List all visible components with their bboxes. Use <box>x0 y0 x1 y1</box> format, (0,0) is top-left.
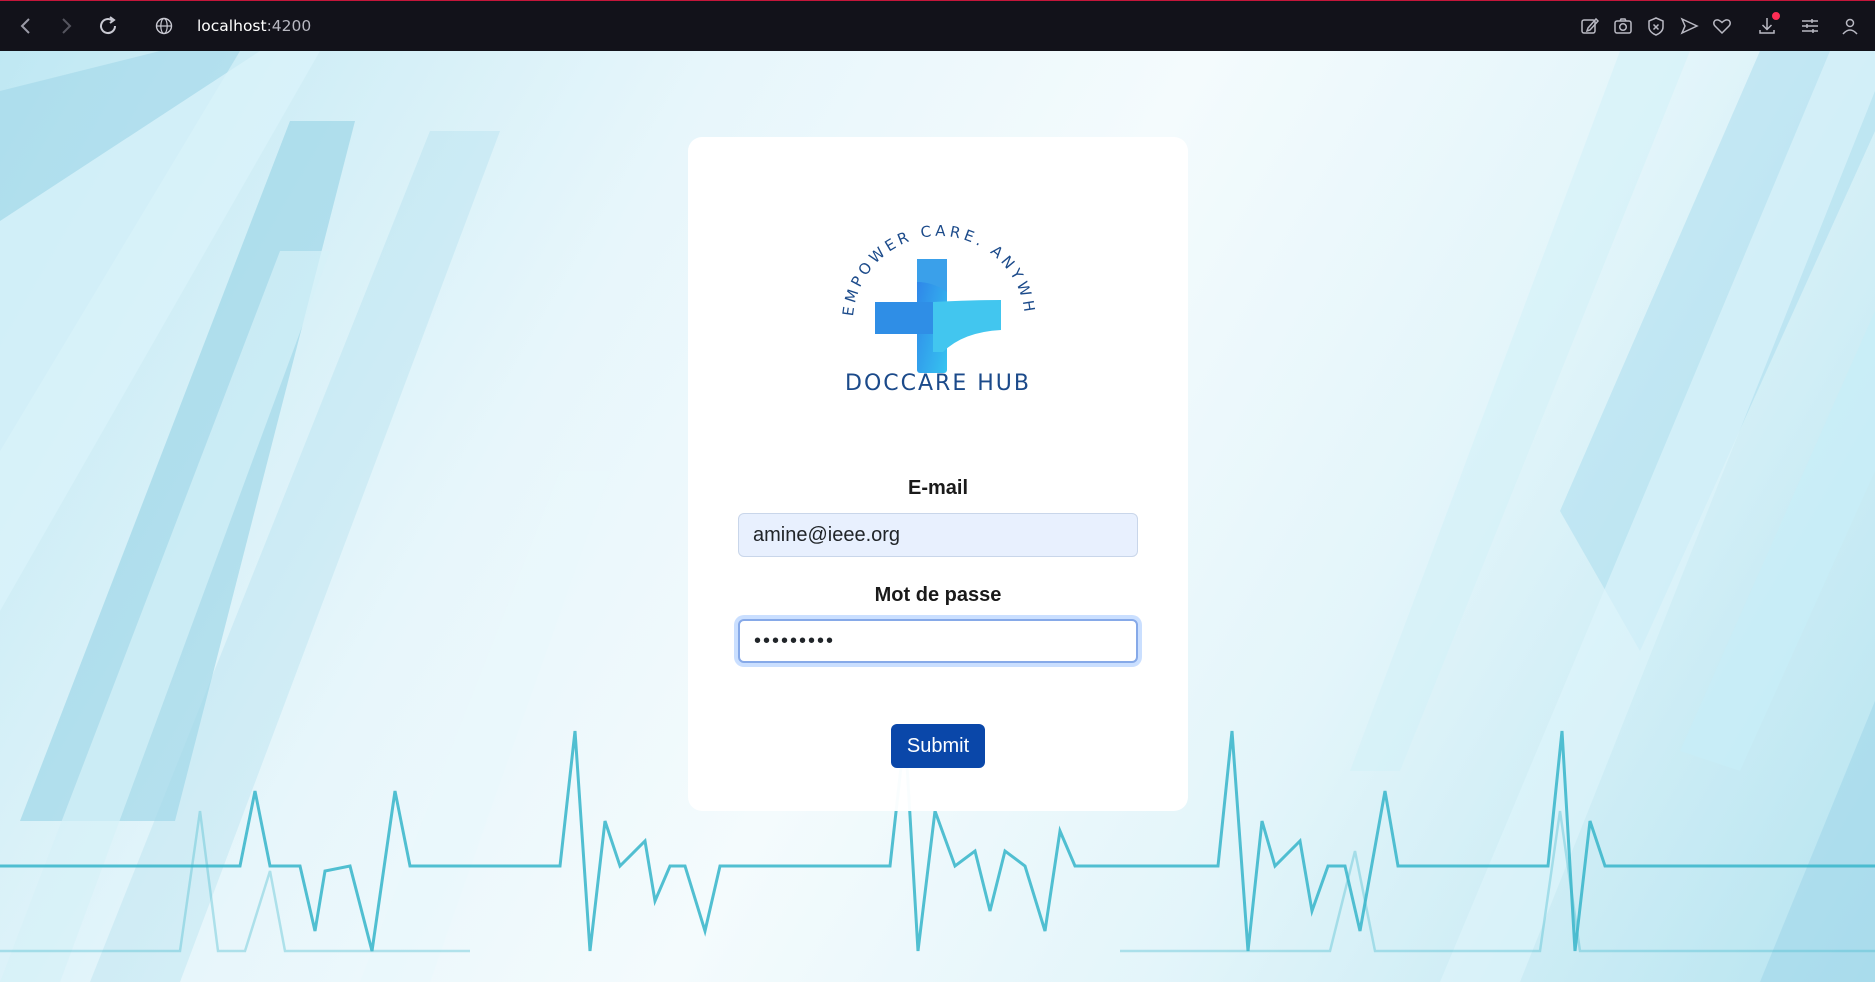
login-card: EMPOWER CARE. ANYWHERE DOCCARE HUB E-mai… <box>688 137 1188 811</box>
url-host: localhost <box>197 17 267 35</box>
back-icon[interactable] <box>14 14 38 38</box>
forward-icon[interactable] <box>54 14 78 38</box>
browser-toolbar: localhost:4200 <box>0 0 1875 51</box>
close-circle-icon[interactable] <box>1645 15 1667 37</box>
email-label: E-mail <box>907 477 969 499</box>
globe-icon <box>155 17 173 35</box>
reload-icon[interactable] <box>96 14 120 38</box>
notification-dot <box>1772 12 1780 20</box>
heart-icon[interactable] <box>1711 15 1733 37</box>
download-icon[interactable] <box>1756 12 1780 37</box>
send-icon[interactable] <box>1678 15 1700 37</box>
url-text: localhost:4200 <box>197 13 311 39</box>
settings-icon[interactable] <box>1799 15 1821 37</box>
address-bar[interactable]: localhost:4200 <box>155 13 755 39</box>
email-input[interactable] <box>738 513 1138 557</box>
login-page: EMPOWER CARE. ANYWHERE DOCCARE HUB E-mai… <box>0 51 1875 982</box>
url-port: :4200 <box>266 17 312 35</box>
brand-name: DOCCARE HUB <box>845 371 1031 396</box>
camera-icon[interactable] <box>1612 15 1634 37</box>
submit-button[interactable]: Submit <box>891 724 985 768</box>
password-label: Mot de passe <box>874 584 1002 606</box>
password-input[interactable] <box>738 619 1138 663</box>
edit-icon[interactable] <box>1579 15 1601 37</box>
profile-icon[interactable] <box>1839 15 1861 37</box>
